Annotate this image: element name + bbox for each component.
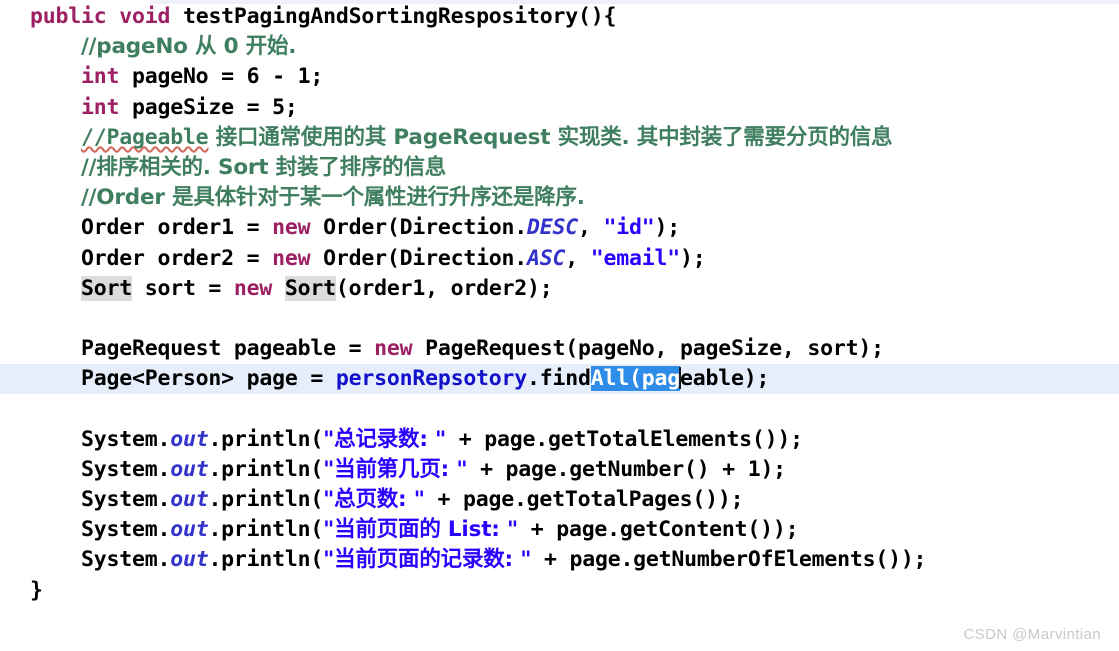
order1-ctor: Order(Direction.	[310, 215, 528, 241]
println-call: .println(	[208, 456, 324, 482]
blank	[30, 396, 43, 421]
string-id: "id"	[603, 215, 655, 241]
code-line-7[interactable]: //Order 是具体针对于某一个属性进行升序还是降序.	[0, 183, 1119, 213]
keyword-int: int	[80, 94, 120, 120]
string-current-list: "当前页面的 List: "	[323, 517, 518, 543]
system-prefix: System.	[80, 456, 171, 482]
page-decl: Page<Person> page =	[80, 366, 336, 392]
println-call: .println(	[208, 517, 324, 543]
code-line-18[interactable]: System.out.println("当前页面的 List: " + page…	[0, 515, 1119, 545]
string-total-records: "总记录数: "	[323, 426, 447, 452]
method-signature: testPagingAndSortingRespository(){	[182, 4, 617, 29]
comment-pageable-text: 接口通常使用的其 PageRequest 实现类. 其中封装了需要分页的信息	[208, 124, 893, 150]
comma: ,	[578, 215, 604, 241]
keyword-new: new	[272, 215, 311, 241]
watermark: CSDN @Marvintian	[963, 626, 1101, 643]
method-find-prefix: .find	[527, 366, 591, 392]
closing-brace: }	[30, 577, 43, 603]
field-out: out	[170, 517, 209, 543]
code-line-3[interactable]: int pageNo = 6 - 1;	[0, 62, 1119, 92]
keyword-void: void	[119, 4, 171, 29]
code-line-20[interactable]: }	[0, 576, 1119, 606]
declaration-pageno: pageNo = 6 - 1;	[119, 64, 324, 90]
code-line-11[interactable]	[0, 304, 1119, 334]
system-prefix: System.	[80, 547, 171, 573]
order2-decl: Order order2 =	[80, 245, 273, 271]
order2-ctor: Order(Direction.	[310, 245, 528, 271]
occurrence-sort-type: Sort	[80, 275, 132, 301]
keyword-new: new	[374, 336, 413, 362]
order1-decl: Order order1 =	[80, 215, 273, 241]
code-line-13[interactable]: Page<Person> page = personRepsotory.find…	[0, 364, 1119, 395]
field-out: out	[170, 547, 209, 573]
code-line-8[interactable]: Order order1 = new Order(Direction.DESC,…	[0, 213, 1119, 243]
println-args: + page.getNumberOfElements());	[531, 547, 927, 573]
code-line-5[interactable]: //Pageable 接口通常使用的其 PageRequest 实现类. 其中封…	[0, 123, 1119, 153]
code-line-16[interactable]: System.out.println("当前第几页: " + page.getN…	[0, 455, 1119, 485]
code-line-4[interactable]: int pageSize = 5;	[0, 93, 1119, 123]
sort-var: sort =	[131, 275, 234, 301]
comment-pageno: //pageNo 从 0 开始.	[80, 34, 297, 60]
code-line-9[interactable]: Order order2 = new Order(Direction.ASC, …	[0, 244, 1119, 274]
order2-end: );	[680, 245, 706, 271]
system-prefix: System.	[80, 517, 171, 543]
println-args: + page.getTotalPages());	[424, 487, 744, 512]
field-out: out	[170, 487, 209, 512]
comment-sort: //排序相关的. Sort 封装了排序的信息	[80, 154, 447, 180]
string-email: "email"	[590, 245, 680, 271]
order1-end: );	[654, 215, 681, 241]
page-call-end: eable);	[680, 366, 770, 392]
string-current-page: "当前第几页: "	[323, 456, 468, 482]
code-line-12[interactable]: PageRequest pageable = new PageRequest(p…	[0, 334, 1119, 364]
keyword-public: public	[30, 4, 107, 29]
field-out: out	[170, 426, 209, 452]
println-call: .println(	[208, 547, 324, 573]
keyword-new: new	[233, 275, 273, 301]
text-selection[interactable]: All(pag	[590, 366, 680, 392]
code-editor[interactable]: public void testPagingAndSortingResposit…	[0, 0, 1119, 651]
pagerequest-args: PageRequest(pageNo, pageSize, sort);	[412, 336, 884, 362]
direction-asc: ASC	[527, 245, 566, 271]
field-personrepsotory: personRepsotory	[335, 366, 528, 392]
println-call: .println(	[208, 426, 324, 452]
code-line-6[interactable]: //排序相关的. Sort 封装了排序的信息	[0, 153, 1119, 183]
declaration-pagesize: pageSize = 5;	[119, 94, 298, 120]
code-line-1[interactable]: public void testPagingAndSortingResposit…	[0, 2, 1119, 32]
string-current-count: "当前页面的记录数: "	[323, 547, 532, 573]
code-line-2[interactable]: //pageNo 从 0 开始.	[0, 32, 1119, 62]
comma: ,	[565, 245, 591, 271]
code-line-19[interactable]: System.out.println("当前页面的记录数: " + page.g…	[0, 545, 1119, 575]
code-line-14[interactable]	[0, 394, 1119, 424]
println-call: .println(	[208, 487, 324, 512]
system-prefix: System.	[80, 487, 171, 512]
println-args: + page.getTotalElements());	[446, 426, 803, 452]
sort-args: (order1, order2);	[335, 275, 553, 301]
comment-order: //Order 是具体针对于某一个属性进行升序还是降序.	[80, 185, 585, 211]
pagerequest-decl: PageRequest pageable =	[80, 336, 375, 362]
code-line-15[interactable]: System.out.println("总记录数: " + page.getTo…	[0, 425, 1119, 455]
field-out: out	[170, 456, 209, 482]
keyword-new: new	[272, 245, 311, 271]
string-total-pages: "总页数: "	[323, 487, 425, 512]
code-line-17[interactable]: System.out.println("总页数: " + page.getTot…	[0, 485, 1119, 515]
println-args: + page.getNumber() + 1);	[467, 456, 786, 482]
keyword-int: int	[80, 64, 120, 90]
code-content[interactable]: public void testPagingAndSortingResposit…	[0, 0, 1119, 606]
direction-desc: DESC	[527, 215, 579, 241]
system-prefix: System.	[80, 426, 171, 452]
occurrence-sort-ctor: Sort	[284, 275, 336, 301]
code-line-10[interactable]: Sort sort = new Sort(order1, order2);	[0, 274, 1119, 304]
blank	[30, 306, 43, 331]
println-args: + page.getContent());	[517, 517, 799, 543]
comment-pageable-token: //Pageable	[80, 124, 209, 150]
